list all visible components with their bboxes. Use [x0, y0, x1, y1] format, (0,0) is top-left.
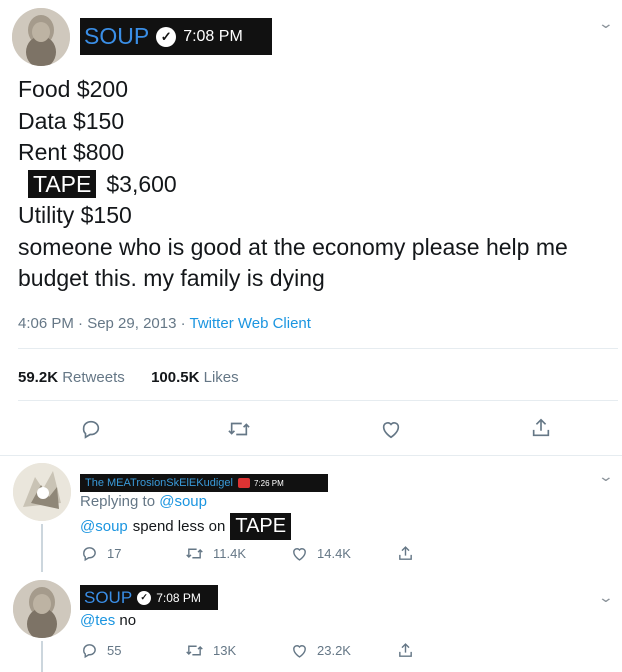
- tweet-line: Utility $150: [18, 202, 132, 228]
- retweet-button[interactable]: 13K: [185, 642, 236, 659]
- author-caption: The MEATrosionSkElEKudigel 7:26 PM: [80, 474, 328, 492]
- chevron-down-icon[interactable]: ⌄: [598, 16, 614, 30]
- tape-label: TAPE: [230, 512, 292, 540]
- tweet-line: someone who is good at the economy pleas…: [18, 233, 568, 260]
- reply-button[interactable]: 17: [81, 545, 121, 562]
- like-icon: [293, 548, 306, 561]
- share-icon: [399, 546, 412, 560]
- chevron-down-icon[interactable]: ⌄: [598, 469, 614, 483]
- author-caption: SOUP ✓ 7:08 PM: [80, 18, 272, 55]
- share-button[interactable]: [397, 642, 414, 659]
- avatar[interactable]: [13, 463, 71, 521]
- like-count: 14.4K: [317, 546, 351, 561]
- reply-icon: [83, 644, 96, 659]
- mention-link[interactable]: @tes: [80, 612, 115, 629]
- tweet-text: Food $200 Data $150 Rent $800 TAPE $3,600…: [18, 74, 618, 295]
- tape-label: TAPE: [28, 170, 97, 199]
- divider: [18, 348, 618, 349]
- tweet-line: Food $200: [18, 76, 128, 102]
- post-time: 7:08 PM: [183, 27, 243, 45]
- like-icon: [382, 422, 400, 439]
- reply-count: 55: [107, 643, 122, 658]
- tweet-line: Data $150: [18, 107, 125, 134]
- reply-icon: [83, 547, 96, 562]
- avatar[interactable]: [12, 8, 70, 66]
- client-link[interactable]: Twitter Web Client: [190, 315, 311, 332]
- post-time: 7:26 PM: [253, 478, 284, 488]
- reply-button[interactable]: [80, 418, 102, 440]
- share-button[interactable]: [530, 417, 552, 439]
- likes-label[interactable]: Likes: [204, 369, 239, 386]
- replying-to: Replying to @soup: [80, 493, 207, 510]
- reply-button[interactable]: 55: [81, 642, 121, 659]
- tweet-meta: 4:06 PM · Sep 29, 2013 · Twitter Web Cli…: [18, 315, 311, 332]
- share-button[interactable]: [397, 545, 414, 562]
- retweet-count: 13K: [213, 643, 237, 658]
- thread-line: [41, 524, 43, 572]
- chevron-down-icon[interactable]: ⌄: [598, 590, 614, 604]
- retweets-count[interactable]: 59.2K: [18, 369, 58, 386]
- reply-body: spend less on: [132, 517, 226, 535]
- retweet-count: 11.4K: [213, 546, 247, 561]
- reply-text: @soup spend less on TAPE: [80, 512, 292, 540]
- avatar[interactable]: [13, 580, 71, 638]
- author-name[interactable]: SOUP: [84, 588, 132, 608]
- like-icon: [293, 645, 306, 658]
- likes-count[interactable]: 100.5K: [151, 369, 199, 386]
- verified-check-icon: ✓: [137, 590, 152, 605]
- author-name[interactable]: SOUP: [84, 23, 149, 50]
- like-count: 23.2K: [317, 643, 351, 658]
- replying-label: Replying to: [80, 493, 156, 510]
- tweet-line-tape: TAPE $3,600: [18, 169, 618, 201]
- retweet-icon: [186, 548, 203, 559]
- author-name[interactable]: The MEATrosionSkElEKudigel: [85, 477, 233, 489]
- timestamp[interactable]: 4:06 PM · Sep 29, 2013 ·: [18, 315, 186, 332]
- reply-body: no: [119, 612, 137, 629]
- like-button[interactable]: 14.4K: [291, 545, 351, 562]
- reply-icon: [82, 420, 100, 439]
- thread-line: [41, 641, 43, 672]
- reply-text: @tes no: [80, 612, 136, 629]
- share-icon: [532, 418, 550, 437]
- retweet-icon: [228, 422, 250, 436]
- divider: [0, 455, 622, 456]
- tweet-line: Rent $800: [18, 139, 125, 165]
- like-button[interactable]: [380, 418, 402, 440]
- tape-amount: $3,600: [106, 170, 177, 197]
- verified-check-icon: ✓: [156, 26, 177, 47]
- divider: [18, 400, 618, 401]
- retweet-icon: [186, 645, 203, 656]
- reply-count: 17: [107, 546, 122, 561]
- mention-link[interactable]: @soup: [80, 518, 128, 535]
- replying-handle[interactable]: @soup: [159, 493, 207, 510]
- like-button[interactable]: 23.2K: [291, 642, 351, 659]
- retweet-button[interactable]: 11.4K: [185, 545, 246, 562]
- author-caption: SOUP ✓ 7:08 PM: [80, 585, 218, 610]
- retweet-button[interactable]: [227, 418, 251, 440]
- tweet-line: budget this. my family is dying: [18, 265, 325, 291]
- post-time: 7:08 PM: [156, 590, 201, 605]
- tweet-stats: 59.2K Retweets 100.5K Likes: [18, 369, 239, 386]
- share-icon: [399, 643, 412, 657]
- flag-icon: [237, 478, 250, 488]
- retweets-label[interactable]: Retweets: [62, 369, 125, 386]
